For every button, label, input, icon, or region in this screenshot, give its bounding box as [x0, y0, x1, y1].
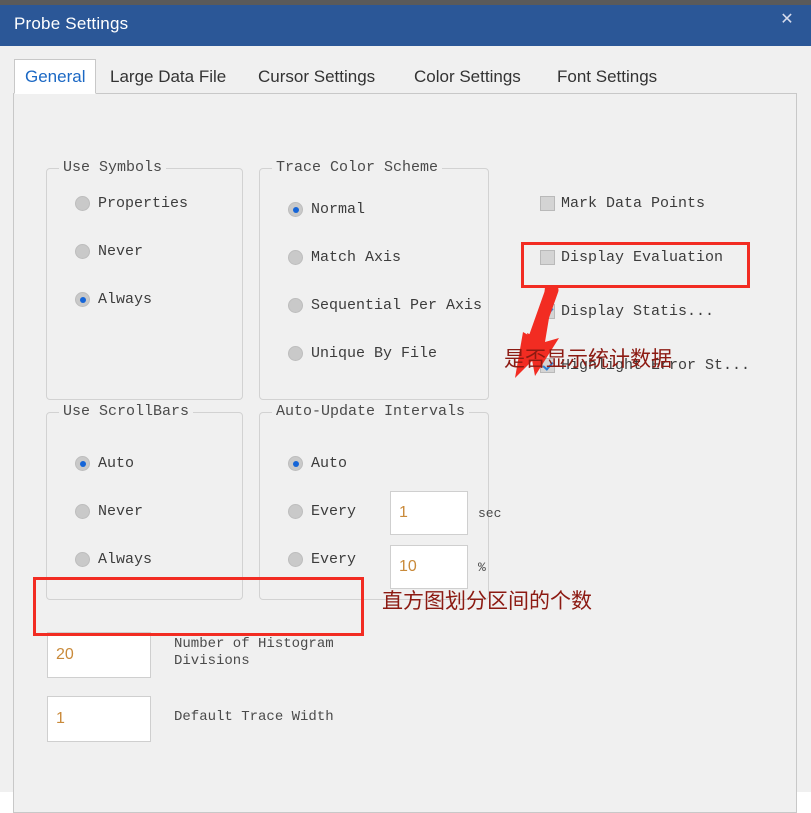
radio-label: Auto — [311, 455, 348, 472]
tab-large-data-file[interactable]: Large Data File — [100, 60, 236, 93]
default-trace-width-label: Default Trace Width — [174, 709, 334, 725]
radio-indicator — [75, 504, 90, 519]
interval-seconds-input[interactable] — [390, 491, 468, 535]
interval-percent-unit: % — [478, 560, 486, 575]
radio-use-symbols-always[interactable]: Always — [75, 291, 152, 308]
radio-indicator — [75, 456, 90, 471]
checkbox-indicator — [540, 196, 555, 211]
radio-indicator — [75, 552, 90, 567]
group-auto-update-intervals-title: Auto-Update Intervals — [272, 403, 470, 420]
group-use-symbols: Use Symbols Properties Never Always — [46, 159, 243, 400]
tab-font-settings-label: Font Settings — [557, 67, 658, 86]
dialog-body: General Large Data File Cursor Settings … — [0, 46, 811, 813]
tab-color-settings-label: Color Settings — [414, 67, 521, 86]
radio-indicator — [288, 552, 303, 567]
radio-indicator — [288, 346, 303, 361]
radio-label: Sequential Per Axis — [311, 297, 483, 314]
default-trace-width-input[interactable] — [47, 696, 151, 742]
interval-seconds-unit: sec — [478, 506, 502, 521]
radio-label: Properties — [98, 195, 189, 212]
close-icon[interactable]: ✕ — [771, 7, 803, 33]
tab-bar: General Large Data File Cursor Settings … — [0, 59, 811, 94]
radio-scrollbars-always[interactable]: Always — [75, 551, 152, 568]
radio-scrollbars-auto[interactable]: Auto — [75, 455, 134, 472]
histogram-divisions-label: Number of Histogram Divisions — [174, 636, 334, 664]
checkbox-display-statistics[interactable]: Display Statis... — [540, 303, 714, 320]
radio-indicator — [75, 196, 90, 211]
tab-general-label: General — [25, 67, 86, 86]
checkbox-mark-data-points[interactable]: Mark Data Points — [540, 195, 705, 212]
radio-scrollbars-never[interactable]: Never — [75, 503, 143, 520]
radio-label: Always — [98, 551, 153, 568]
radio-label: Never — [98, 503, 144, 520]
title-bar: Probe Settings ✕ — [0, 5, 811, 46]
interval-percent-input[interactable] — [390, 545, 468, 589]
radio-auto-update-every-pct[interactable]: Every — [288, 551, 356, 568]
checkbox-indicator — [540, 304, 555, 319]
radio-label: Unique By File — [311, 345, 438, 362]
radio-use-symbols-never[interactable]: Never — [75, 243, 143, 260]
tab-general[interactable]: General — [14, 59, 97, 94]
radio-auto-update-auto[interactable]: Auto — [288, 455, 347, 472]
radio-label: Every — [311, 551, 357, 568]
radio-trace-color-match-axis[interactable]: Match Axis — [288, 249, 401, 266]
tab-panel-general: Use Symbols Properties Never Always Trac… — [13, 93, 797, 813]
radio-indicator — [288, 202, 303, 217]
group-use-scrollbars-title: Use ScrollBars — [59, 403, 194, 420]
radio-indicator — [288, 456, 303, 471]
radio-label: Never — [98, 243, 144, 260]
annotation-text-statistics: 是否显示统计数据 — [504, 347, 672, 371]
radio-indicator — [288, 250, 303, 265]
checkbox-label: Display Evaluation — [561, 249, 724, 266]
histogram-divisions-input[interactable] — [47, 632, 151, 678]
window-title: Probe Settings — [14, 14, 129, 33]
checkbox-indicator — [540, 250, 555, 265]
radio-trace-color-normal[interactable]: Normal — [288, 201, 365, 218]
radio-indicator — [75, 244, 90, 259]
radio-label: Normal — [311, 201, 366, 218]
tab-font-settings[interactable]: Font Settings — [547, 60, 667, 93]
radio-label: Always — [98, 291, 153, 308]
tab-cursor-settings[interactable]: Cursor Settings — [248, 60, 385, 93]
radio-use-symbols-properties[interactable]: Properties — [75, 195, 188, 212]
group-trace-color-scheme: Trace Color Scheme Normal Match Axis Seq… — [259, 159, 489, 400]
tab-cursor-settings-label: Cursor Settings — [258, 67, 376, 86]
checkbox-display-evaluation[interactable]: Display Evaluation — [540, 249, 723, 266]
group-auto-update-intervals: Auto-Update Intervals Auto Every Every s… — [259, 403, 501, 600]
radio-indicator — [288, 298, 303, 313]
radio-label: Auto — [98, 455, 135, 472]
tab-large-data-file-label: Large Data File — [110, 67, 227, 86]
group-trace-color-scheme-title: Trace Color Scheme — [272, 159, 443, 176]
checkbox-label: Mark Data Points — [561, 195, 706, 212]
group-use-symbols-title: Use Symbols — [59, 159, 167, 176]
radio-trace-color-sequential-per-axis[interactable]: Sequential Per Axis — [288, 297, 482, 314]
radio-indicator — [75, 292, 90, 307]
checkbox-label: Display Statis... — [561, 303, 715, 320]
group-use-scrollbars: Use ScrollBars Auto Never Always — [46, 403, 243, 600]
annotation-text-histogram: 直方图划分区间的个数 — [382, 589, 592, 613]
tab-color-settings[interactable]: Color Settings — [404, 60, 531, 93]
radio-label: Match Axis — [311, 249, 402, 266]
radio-indicator — [288, 504, 303, 519]
radio-auto-update-every-sec[interactable]: Every — [288, 503, 356, 520]
radio-label: Every — [311, 503, 357, 520]
radio-trace-color-unique-by-file[interactable]: Unique By File — [288, 345, 437, 362]
